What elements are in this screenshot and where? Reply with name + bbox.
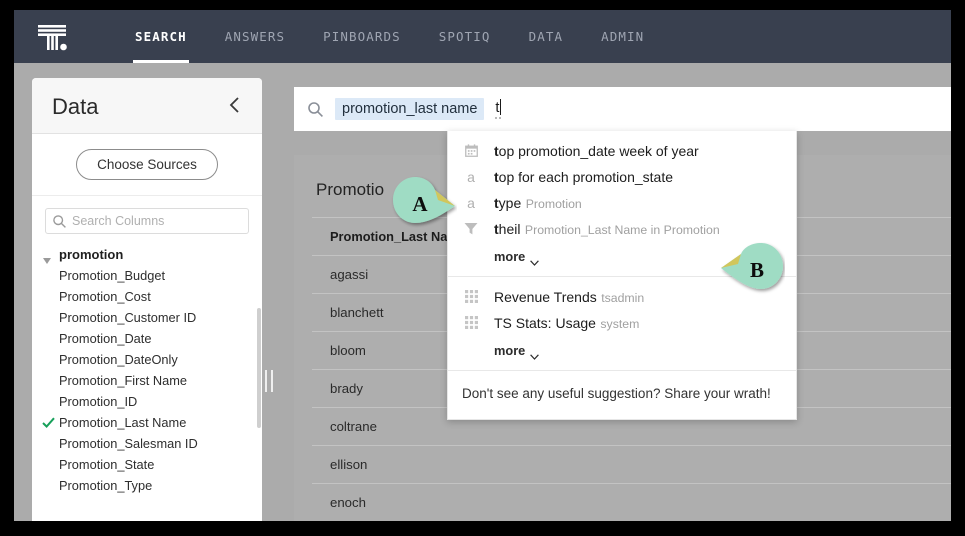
page-title: Promotio [316, 180, 384, 200]
more-label: more [494, 249, 525, 264]
list-item[interactable]: Promotion_DateOnly [32, 349, 262, 370]
suggestion-text: type Promotion [494, 195, 784, 213]
search-icon [307, 101, 324, 118]
search-columns-input[interactable] [72, 209, 244, 233]
caret-down-icon [43, 252, 51, 258]
search-icon [52, 214, 67, 229]
chevron-left-icon[interactable] [226, 94, 244, 116]
suggestion-rest: op for each promotion_state [499, 169, 673, 185]
nav-item-spotiq[interactable]: SPOTIQ [420, 10, 510, 63]
text-caret [500, 99, 501, 115]
screenshot-frame: SEARCH ANSWERS PINBOARDS SPOTIQ DATA ADM… [0, 0, 965, 536]
column-label: Promotion_Date [59, 331, 151, 346]
search-input-text[interactable]: t [495, 99, 501, 119]
typed-text: t [495, 100, 499, 116]
column-group-promotion[interactable]: promotion [32, 244, 262, 265]
column-label: Promotion_ID [59, 394, 137, 409]
chevron-down-icon [530, 348, 539, 354]
callout-label: A [391, 176, 457, 232]
suggestion-rest: ype [499, 195, 522, 211]
list-item[interactable]: Promotion_Date [32, 328, 262, 349]
list-item[interactable]: Promotion_Budget [32, 265, 262, 286]
suggestion-subtitle: Promotion [526, 197, 582, 211]
nav-items: SEARCH ANSWERS PINBOARDS SPOTIQ DATA ADM… [116, 10, 663, 63]
search-columns-row [32, 196, 262, 240]
nav-item-search[interactable]: SEARCH [116, 10, 206, 63]
nav-item-data[interactable]: DATA [510, 10, 583, 63]
nav-item-admin[interactable]: ADMIN [582, 10, 663, 63]
column-label: Promotion_Customer ID [59, 310, 196, 325]
suggestion-rest: op promotion_date week of year [499, 143, 699, 159]
list-item[interactable]: Promotion_Customer ID [32, 307, 262, 328]
suggestion-label: top promotion_date week of year [494, 143, 699, 159]
suggestion-subtitle: system [600, 317, 639, 331]
column-group-label: promotion [59, 247, 123, 262]
grid-icon [462, 315, 480, 329]
calendar-icon [462, 143, 480, 157]
list-item[interactable]: Promotion_State [32, 454, 262, 475]
search-bar[interactable]: promotion_last name t [294, 87, 951, 131]
search-token-chip[interactable]: promotion_last name [335, 98, 484, 120]
letter-a-icon: a [462, 195, 480, 211]
sidebar-scrollbar[interactable] [257, 308, 261, 428]
callout-marker-b: B [719, 242, 785, 298]
nav-item-answers[interactable]: ANSWERS [206, 10, 304, 63]
list-item[interactable]: Promotion_Cost [32, 286, 262, 307]
grid-icon [462, 289, 480, 303]
list-item[interactable]: Promotion_ID [32, 391, 262, 412]
panel-resize-handle[interactable] [262, 362, 276, 400]
more-label: more [494, 343, 525, 358]
suggestion-item[interactable]: a type Promotion [448, 191, 796, 217]
callout-marker-a: A [391, 176, 457, 232]
suggestion-item[interactable]: TS Stats: Usage system [448, 311, 796, 337]
sidebar-title: Data [52, 94, 98, 120]
nav-item-pinboards[interactable]: PINBOARDS [304, 10, 420, 63]
list-item[interactable]: Promotion_Type [32, 475, 262, 496]
suggestion-text: TS Stats: Usage system [494, 315, 784, 333]
table-row[interactable]: ellison [312, 446, 951, 484]
column-label: Promotion_Type [59, 478, 152, 493]
table-row[interactable]: enoch [312, 484, 951, 521]
suggestion-item[interactable]: a top for each promotion_state [448, 165, 796, 191]
show-more-pinboards-button[interactable]: more [448, 337, 796, 366]
choose-sources-row: Choose Sources [32, 134, 262, 196]
list-item[interactable]: Promotion_First Name [32, 370, 262, 391]
column-label: Promotion_State [59, 457, 154, 472]
column-list: promotion Promotion_Budget Promotion_Cos… [32, 240, 262, 496]
suggestion-text: top promotion_date week of year [494, 143, 784, 161]
data-sidebar-panel: Data Choose Sources [32, 78, 262, 521]
list-item-selected[interactable]: Promotion_Last Name [32, 412, 262, 433]
suggestion-label: TS Stats: Usage [494, 315, 596, 331]
suggestion-label: Revenue Trends [494, 289, 597, 305]
column-label: Promotion_First Name [59, 373, 187, 388]
thoughtspot-app: SEARCH ANSWERS PINBOARDS SPOTIQ DATA ADM… [14, 10, 951, 521]
suggestion-text: top for each promotion_state [494, 169, 784, 187]
suggestion-item[interactable]: theil Promotion_Last Name in Promotion [448, 217, 796, 243]
suggestion-label: type [494, 195, 521, 211]
thoughtspot-logo-icon[interactable] [30, 19, 78, 55]
search-columns-field[interactable] [45, 208, 249, 234]
suggestion-text: theil Promotion_Last Name in Promotion [494, 221, 784, 239]
sidebar-header: Data [32, 78, 262, 134]
column-label: Promotion_Last Name [59, 415, 186, 430]
column-label: Promotion_Cost [59, 289, 151, 304]
suggestion-label: top for each promotion_state [494, 169, 673, 185]
suggestion-subtitle: Promotion_Last Name in Promotion [525, 223, 720, 237]
suggestion-subtitle: tsadmin [601, 291, 644, 305]
suggestion-label: theil [494, 221, 520, 237]
list-item[interactable]: Promotion_Salesman ID [32, 433, 262, 454]
callout-label: B [719, 242, 785, 298]
column-label: Promotion_Salesman ID [59, 436, 198, 451]
suggestion-item[interactable]: top promotion_date week of year [448, 139, 796, 165]
column-label: Promotion_DateOnly [59, 352, 178, 367]
top-navigation-bar: SEARCH ANSWERS PINBOARDS SPOTIQ DATA ADM… [14, 10, 951, 63]
filter-icon [462, 221, 480, 235]
choose-sources-button[interactable]: Choose Sources [76, 149, 218, 180]
chevron-down-icon [530, 254, 539, 260]
suggestion-rest: heil [499, 221, 521, 237]
check-icon [42, 416, 55, 429]
feedback-prompt[interactable]: Don't see any useful suggestion? Share y… [448, 370, 796, 419]
column-label: Promotion_Budget [59, 268, 165, 283]
letter-a-icon: a [462, 169, 480, 185]
